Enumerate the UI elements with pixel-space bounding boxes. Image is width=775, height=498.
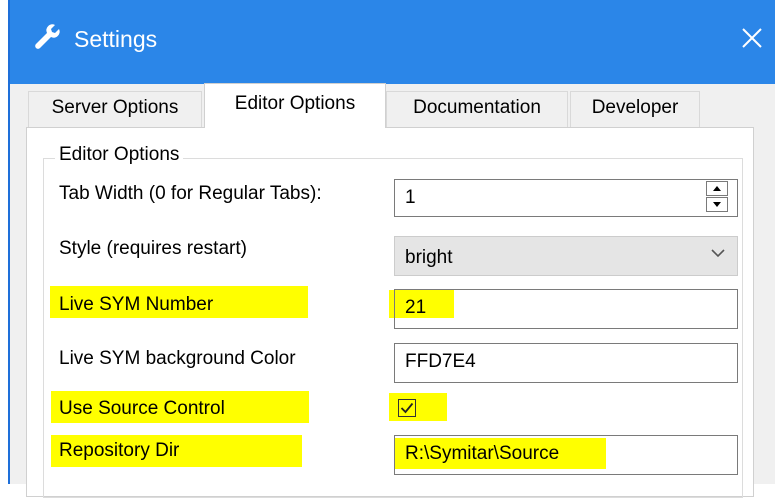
live-sym-number-field[interactable]: 21 <box>394 289 738 329</box>
repository-dir-value: R:\Symitar\Source <box>405 443 560 464</box>
tab-server-options[interactable]: Server Options <box>28 91 202 127</box>
use-source-control-label: Use Source Control <box>59 398 225 419</box>
live-sym-bg-color-label: Live SYM background Color <box>59 348 296 369</box>
style-label: Style (requires restart) <box>59 238 247 259</box>
tab-width-label: Tab Width (0 for Regular Tabs): <box>59 183 322 204</box>
close-icon[interactable] <box>738 24 766 52</box>
repository-dir-field[interactable]: R:\Symitar\Source <box>394 435 738 475</box>
tab-developer[interactable]: Developer <box>570 91 700 127</box>
live-sym-bg-color-field[interactable]: FFD7E4 <box>394 343 738 383</box>
chevron-down-icon <box>711 249 725 258</box>
repository-dir-label: Repository Dir <box>59 440 180 461</box>
window-title: Settings <box>74 26 158 52</box>
spin-up-button[interactable] <box>706 181 728 196</box>
wrench-icon <box>35 24 60 49</box>
tab-editor-options[interactable]: Editor Options <box>204 83 386 128</box>
style-value: bright <box>405 247 453 268</box>
group-title: Editor Options <box>55 144 184 166</box>
tab-width-value: 1 <box>405 187 416 208</box>
tab-width-stepper[interactable]: 1 <box>394 179 738 217</box>
use-source-control-checkbox[interactable] <box>398 399 416 417</box>
spin-down-button[interactable] <box>706 197 728 212</box>
style-select[interactable]: bright <box>394 236 738 276</box>
live-sym-number-value: 21 <box>405 297 427 318</box>
title-bar[interactable]: Settings <box>10 0 775 84</box>
live-sym-number-label: Live SYM Number <box>59 294 214 315</box>
tab-documentation[interactable]: Documentation <box>386 91 568 127</box>
live-sym-bg-color-value: FFD7E4 <box>405 351 476 372</box>
